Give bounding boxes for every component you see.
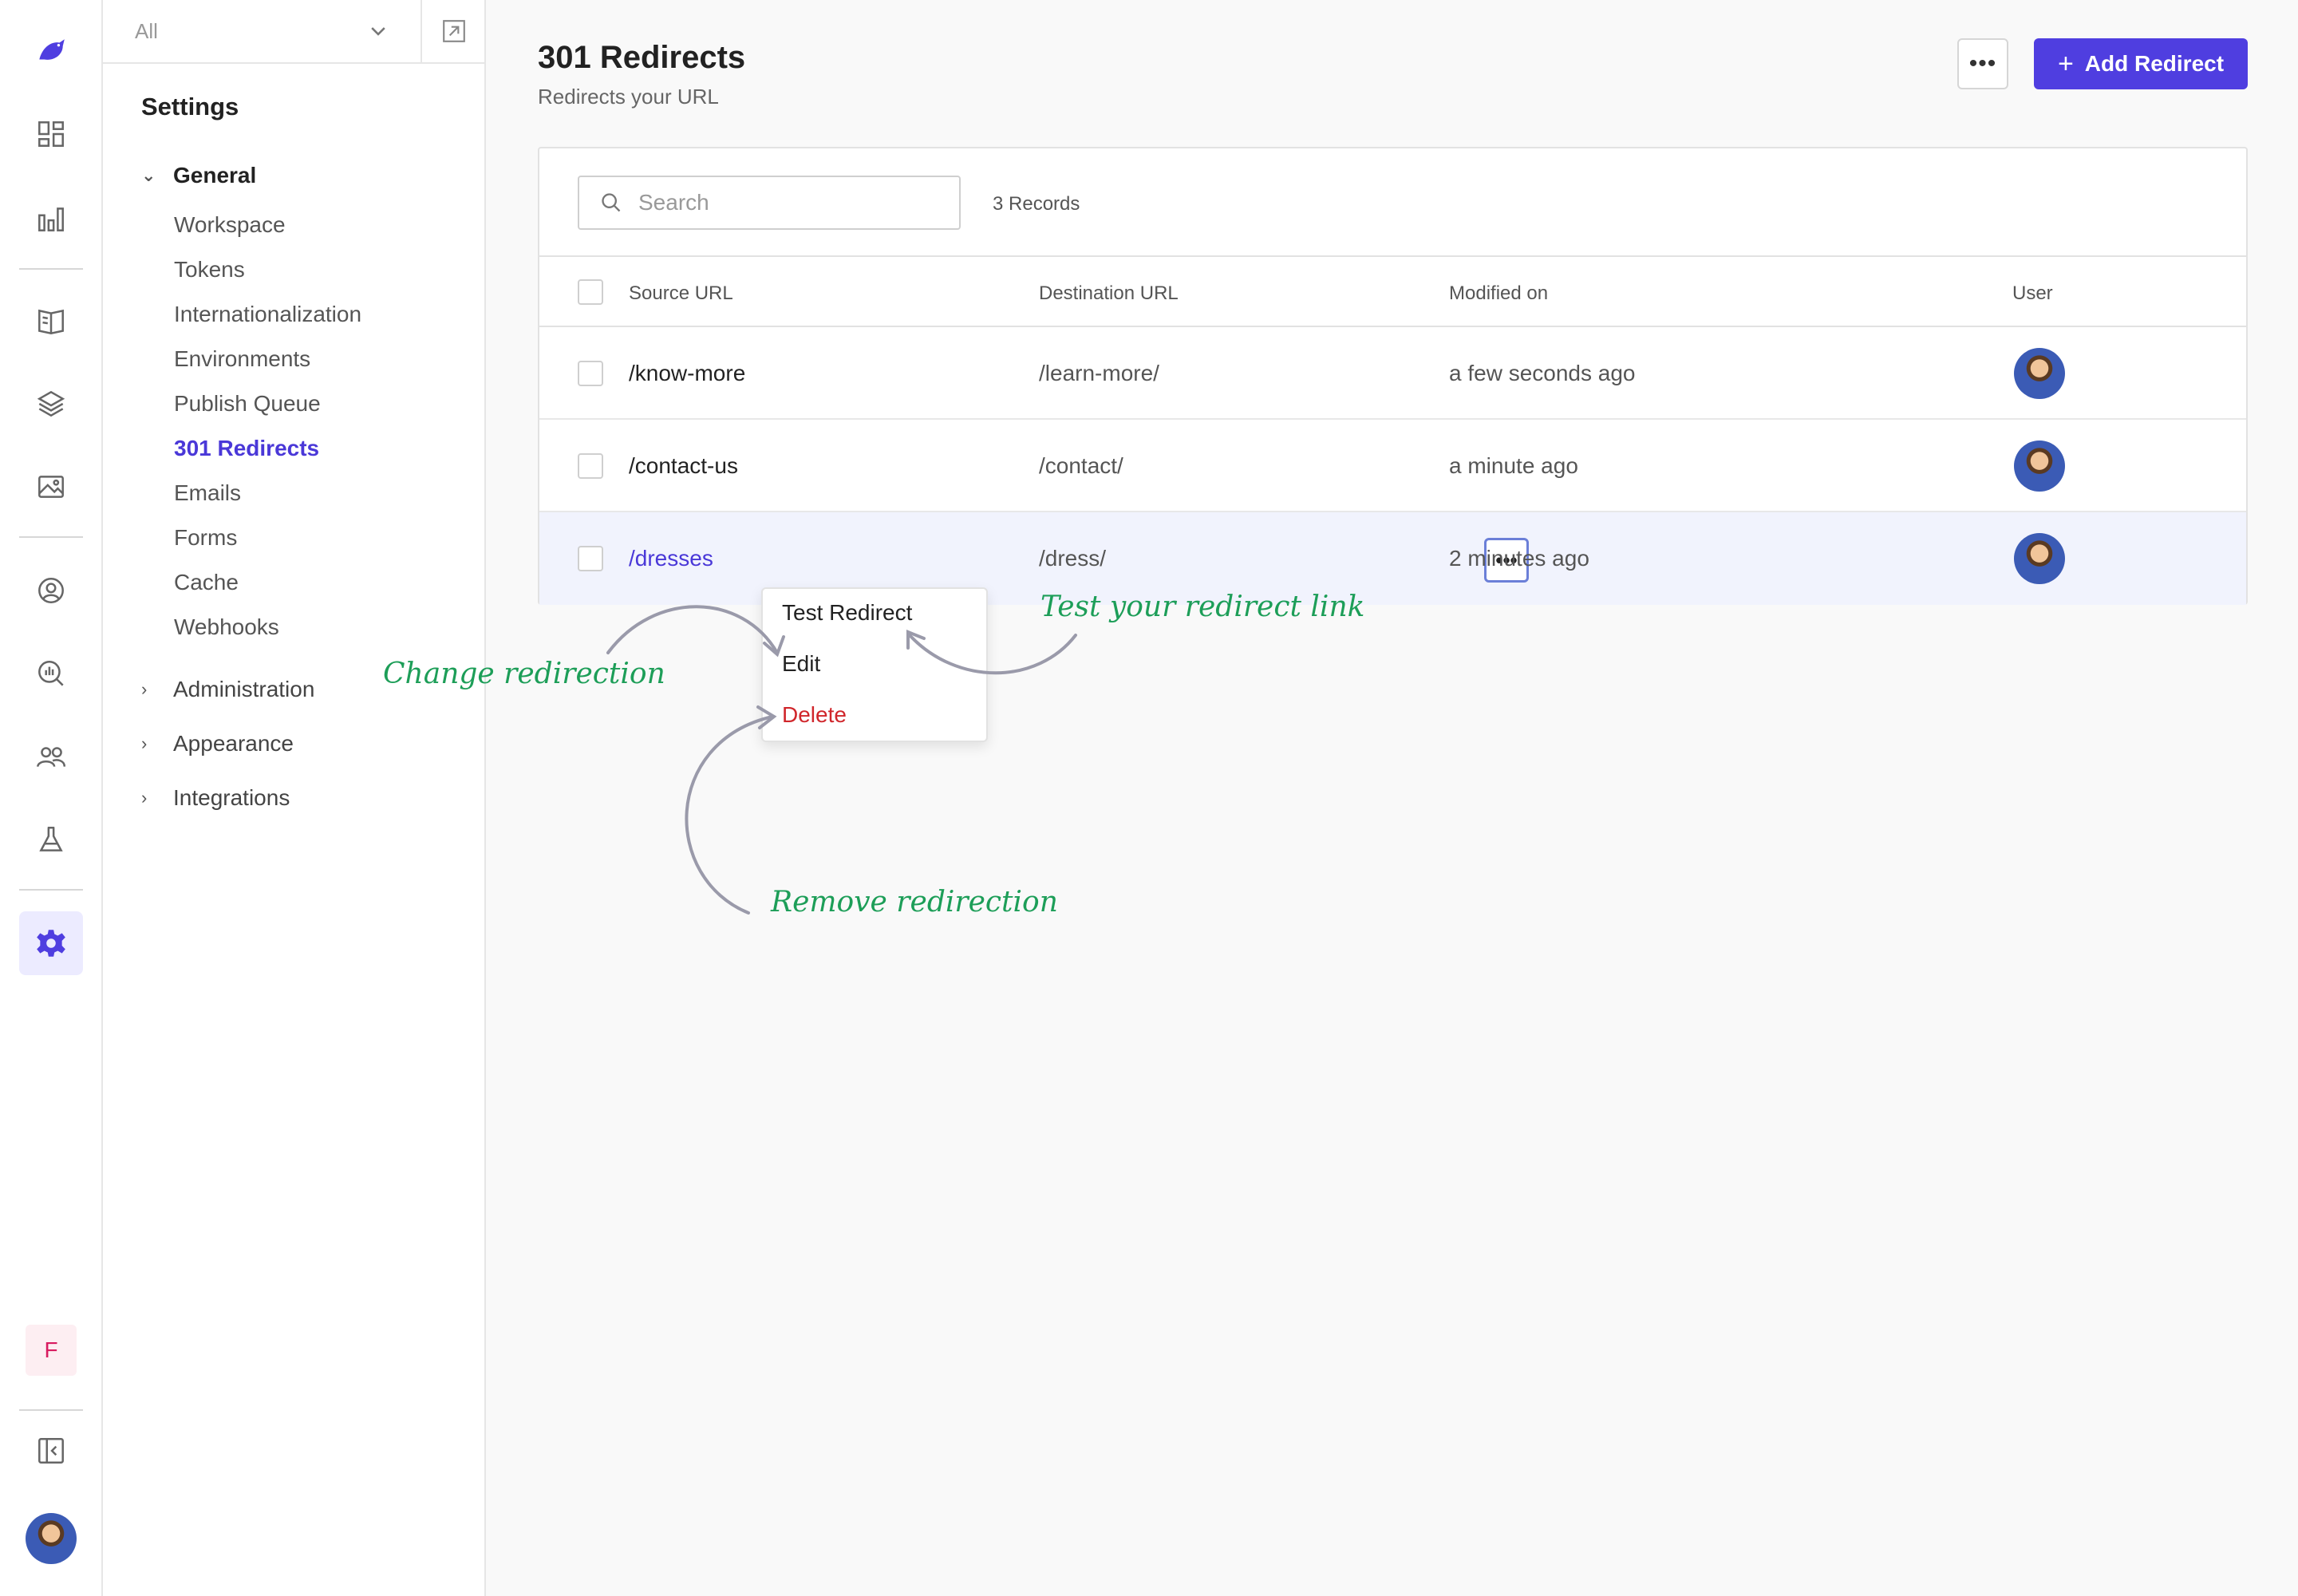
sidebar-item-publish-queue[interactable]: Publish Queue [174, 391, 321, 417]
row-checkbox[interactable] [578, 546, 603, 571]
sidebar-item-webhooks[interactable]: Webhooks [174, 614, 279, 640]
stack-select-value: All [135, 18, 158, 43]
source-url[interactable]: /contact-us [629, 453, 738, 479]
users-icon[interactable] [19, 559, 83, 622]
menu-item-delete[interactable]: Delete [782, 702, 847, 728]
chevron-down-icon: ⌄ [141, 165, 156, 185]
redirects-table-panel: 3 Records Source URL Destination URL Mod… [538, 147, 2248, 605]
annotation-remove: Remove redirection [771, 886, 1058, 918]
modified-on: a few seconds ago [1449, 361, 1636, 385]
icon-rail: F [0, 0, 103, 1596]
table-header: Source URL Destination URL Modified on U… [539, 255, 2246, 327]
search-input[interactable] [638, 190, 942, 215]
column-source-url[interactable]: Source URL [629, 282, 733, 305]
sidebar-item-workspace[interactable]: Workspace [174, 212, 286, 238]
nav-group-general[interactable]: ⌄ General [141, 163, 256, 188]
page-subtitle: Redirects your URL [538, 85, 719, 109]
content-icon[interactable] [19, 289, 83, 353]
annotation-test: Test your redirect link [1040, 591, 1365, 623]
chevron-right-icon: › [141, 679, 148, 699]
stack-jump-button[interactable] [422, 0, 486, 64]
record-count: 3 Records [993, 193, 1080, 215]
nav-group-integrations[interactable]: › Integrations [141, 785, 290, 811]
search-icon [602, 193, 621, 212]
rail-divider [19, 1409, 83, 1411]
nav-group-appearance[interactable]: › Appearance [141, 731, 294, 757]
annotation-change: Change redirection [383, 658, 665, 690]
stack-icon[interactable] [19, 372, 83, 436]
chevron-down-icon [371, 27, 385, 36]
analytics-icon[interactable] [19, 187, 83, 251]
external-link-icon [443, 20, 465, 42]
source-url[interactable]: /dresses [629, 546, 713, 571]
settings-icon[interactable] [19, 911, 83, 975]
nav-group-administration[interactable]: › Administration [141, 677, 314, 702]
row-checkbox[interactable] [578, 453, 603, 479]
collapse-sidebar-icon[interactable] [19, 1419, 83, 1483]
avatar [2014, 440, 2065, 492]
sidebar-item-cache[interactable]: Cache [174, 570, 239, 595]
row-checkbox[interactable] [578, 361, 603, 386]
destination-url: /learn-more/ [1039, 361, 1159, 385]
sidebar-item-emails[interactable]: Emails [174, 480, 241, 506]
rail-divider [19, 536, 83, 538]
sidebar-item-internationalization[interactable]: Internationalization [174, 302, 361, 327]
sidebar-item-environments[interactable]: Environments [174, 346, 310, 372]
avatar [2014, 533, 2065, 584]
sidebar-title: Settings [141, 93, 239, 120]
column-destination-url[interactable]: Destination URL [1039, 282, 1179, 305]
table-row[interactable]: /know-more /learn-more/ a few seconds ag… [539, 327, 2246, 420]
chevron-right-icon: › [141, 733, 148, 753]
sidebar-item-tokens[interactable]: Tokens [174, 257, 245, 282]
sidebar-item-301-redirects[interactable]: 301 Redirects [174, 436, 319, 461]
nav-group-label: Administration [173, 677, 315, 701]
nav-group-label: Appearance [173, 731, 294, 756]
destination-url: /dress/ [1039, 546, 1107, 571]
dashboard-icon[interactable] [19, 102, 83, 166]
column-user: User [2012, 282, 2053, 304]
destination-url: /contact/ [1039, 453, 1123, 478]
search-field[interactable] [578, 176, 961, 230]
menu-item-edit[interactable]: Edit [782, 651, 820, 677]
select-all-checkbox[interactable] [578, 279, 603, 305]
modified-on: 2 minutes ago [1449, 546, 1589, 571]
plus-icon: + [2057, 48, 2074, 79]
row-actions-menu: Test Redirect Edit Delete [761, 587, 988, 742]
table-row[interactable]: /contact-us /contact/ a minute ago [539, 420, 2246, 512]
page-title: 301 Redirects [538, 40, 746, 75]
chevron-right-icon: › [141, 788, 148, 808]
add-redirect-label: Add Redirect [2084, 51, 2225, 76]
assets-icon[interactable] [19, 455, 83, 519]
modified-on: a minute ago [1449, 453, 1578, 478]
rail-divider [19, 268, 83, 270]
stack-select[interactable]: All [103, 0, 422, 64]
menu-item-test-redirect[interactable]: Test Redirect [782, 600, 912, 626]
page-more-button[interactable]: ••• [1957, 38, 2008, 89]
audit-icon[interactable] [19, 642, 83, 705]
logo-icon[interactable] [19, 19, 83, 83]
org-badge[interactable]: F [26, 1325, 77, 1376]
rail-divider [19, 889, 83, 891]
column-modified-on[interactable]: Modified on [1449, 282, 1548, 305]
avatar [2014, 348, 2065, 399]
sidebar-item-forms[interactable]: Forms [174, 525, 237, 551]
main-content: 301 Redirects Redirects your URL ••• + A… [486, 0, 2298, 1596]
nav-group-label: General [173, 163, 257, 188]
user-avatar[interactable] [26, 1513, 77, 1564]
add-redirect-button[interactable]: + Add Redirect [2034, 38, 2248, 89]
source-url[interactable]: /know-more [629, 361, 745, 386]
labs-icon[interactable] [19, 808, 83, 871]
settings-sidebar: All Settings ⌄ General Workspace Tokens … [103, 0, 486, 1596]
team-icon[interactable] [19, 725, 83, 788]
nav-group-label: Integrations [173, 785, 290, 810]
